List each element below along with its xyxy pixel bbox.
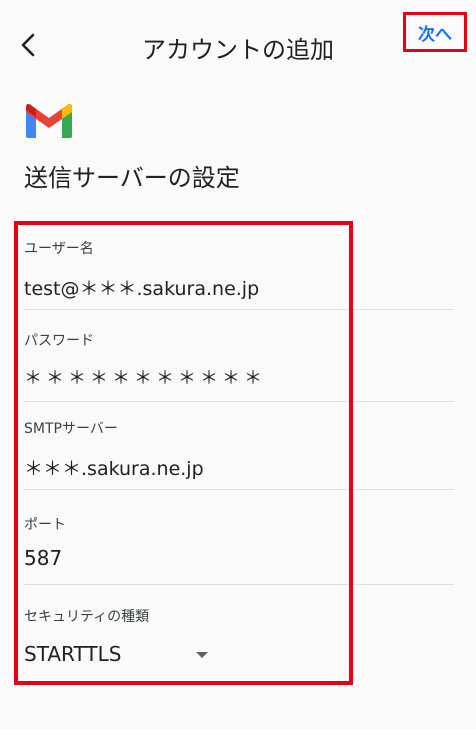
port-label: ポート [24,517,66,533]
port-input[interactable]: 587 [24,546,62,570]
smtp-server-underline [24,489,454,490]
security-type-select[interactable]: STARTTLS [24,642,121,666]
password-input[interactable]: ＊＊＊＊＊＊＊＊＊＊＊ [24,364,266,390]
section-title: 送信サーバーの設定 [24,164,240,192]
username-field[interactable]: ユーザー名 test@＊＊＊.sakura.ne.jp [24,238,454,310]
password-field[interactable]: パスワード ＊＊＊＊＊＊＊＊＊＊＊ [24,330,454,402]
port-underline [24,584,454,585]
dropdown-arrow-icon[interactable] [196,652,208,658]
smtp-server-input[interactable]: ＊＊＊.sakura.ne.jp [24,454,204,481]
security-type-label: セキュリティの種類 [24,609,150,625]
password-underline [24,401,454,402]
security-type-field[interactable]: セキュリティの種類 STARTTLS [24,606,454,676]
app-header: アカウントの追加 次へ [0,0,476,86]
gmail-logo-icon [26,104,72,138]
password-label: パスワード [24,333,94,349]
smtp-server-field[interactable]: SMTPサーバー ＊＊＊.sakura.ne.jp [24,418,454,490]
username-input[interactable]: test@＊＊＊.sakura.ne.jp [24,274,259,301]
username-label: ユーザー名 [24,241,94,257]
add-account-screen: アカウントの追加 次へ 送信サーバーの設定 ユーザー名 test@＊＊＊.sak… [0,0,476,729]
port-field[interactable]: ポート 587 [24,514,454,586]
next-button[interactable]: 次へ [403,12,467,52]
username-underline [24,309,454,310]
smtp-server-label: SMTPサーバー [24,421,118,437]
